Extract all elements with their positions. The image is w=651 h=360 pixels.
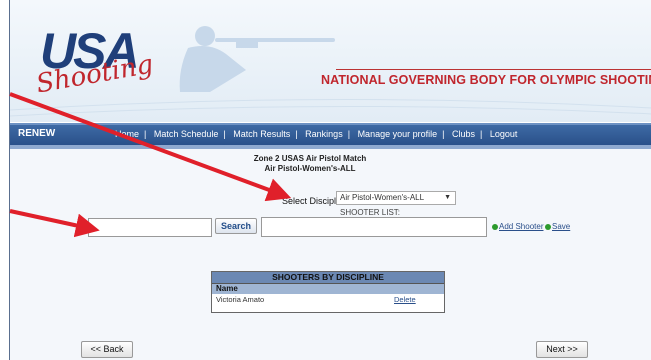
nav-item-clubs[interactable]: Clubs bbox=[452, 129, 475, 139]
shooter-list-label: SHOOTER LIST: bbox=[340, 208, 401, 217]
search-button[interactable]: Search bbox=[215, 218, 257, 234]
add-shooter-link[interactable]: Add Shooter bbox=[492, 222, 543, 231]
save-icon bbox=[545, 223, 551, 230]
discipline-select[interactable]: Air Pistol-Women's-ALL ▼ bbox=[336, 191, 456, 205]
add-icon bbox=[492, 223, 498, 230]
main-content bbox=[10, 149, 651, 360]
dropdown-arrow-icon: ▼ bbox=[444, 194, 451, 201]
nav-item-match-schedule[interactable]: Match Schedule bbox=[154, 129, 219, 139]
nav-separator: | bbox=[223, 129, 226, 139]
delete-link[interactable]: Delete bbox=[394, 294, 416, 306]
site-header: USA Shooting NATIONAL GOVERNING BODY FOR… bbox=[10, 0, 651, 122]
site-slogan: NATIONAL GOVERNING BODY FOR OLYMPIC SHOO… bbox=[321, 73, 651, 87]
nav-separator: | bbox=[442, 129, 445, 139]
shooter-silhouette bbox=[179, 26, 335, 92]
main-nav: RENEW Home | Match Schedule | Match Result… bbox=[10, 123, 651, 145]
save-label: Save bbox=[552, 222, 571, 231]
shooter-list-field[interactable] bbox=[261, 217, 487, 237]
add-shooter-label: Add Shooter bbox=[499, 222, 544, 231]
match-title: Zone 2 USAS Air Pistol Match Air Pistol-… bbox=[230, 154, 390, 174]
nav-renew[interactable]: RENEW bbox=[18, 128, 55, 139]
nav-separator: | bbox=[479, 129, 483, 139]
nav-item-rankings[interactable]: Rankings bbox=[305, 129, 343, 139]
nav-separator: | bbox=[347, 129, 351, 139]
search-input[interactable] bbox=[88, 218, 212, 237]
table-title: SHOOTERS BY DISCIPLINE bbox=[212, 272, 444, 284]
nav-links: Home | Match Schedule | Match Results | Ran… bbox=[115, 129, 517, 139]
nav-item-home[interactable]: Home bbox=[115, 129, 139, 139]
nav-separator: | bbox=[295, 129, 298, 139]
shooter-name: Victoria Amato bbox=[216, 295, 265, 304]
shooters-table: SHOOTERS BY DISCIPLINE Name Victoria Ama… bbox=[211, 271, 445, 313]
match-name: Zone 2 USAS Air Pistol Match bbox=[253, 154, 367, 163]
table-column-name: Name bbox=[212, 284, 444, 294]
nav-item-match-results[interactable]: Match Results bbox=[233, 129, 290, 139]
save-link[interactable]: Save bbox=[545, 222, 570, 231]
next-button[interactable]: Next >> bbox=[536, 341, 588, 358]
table-row: Victoria Amato Delete bbox=[212, 294, 444, 306]
match-discipline: Air Pistol-Women's-ALL bbox=[264, 164, 356, 173]
nav-separator: | bbox=[144, 129, 147, 139]
header-rule bbox=[336, 69, 651, 70]
back-button[interactable]: << Back bbox=[81, 341, 133, 358]
nav-item-manage-profile[interactable]: Manage your profile bbox=[358, 129, 438, 139]
discipline-selected-value: Air Pistol-Women's-ALL bbox=[340, 193, 425, 202]
nav-item-logout[interactable]: Logout bbox=[490, 129, 518, 139]
